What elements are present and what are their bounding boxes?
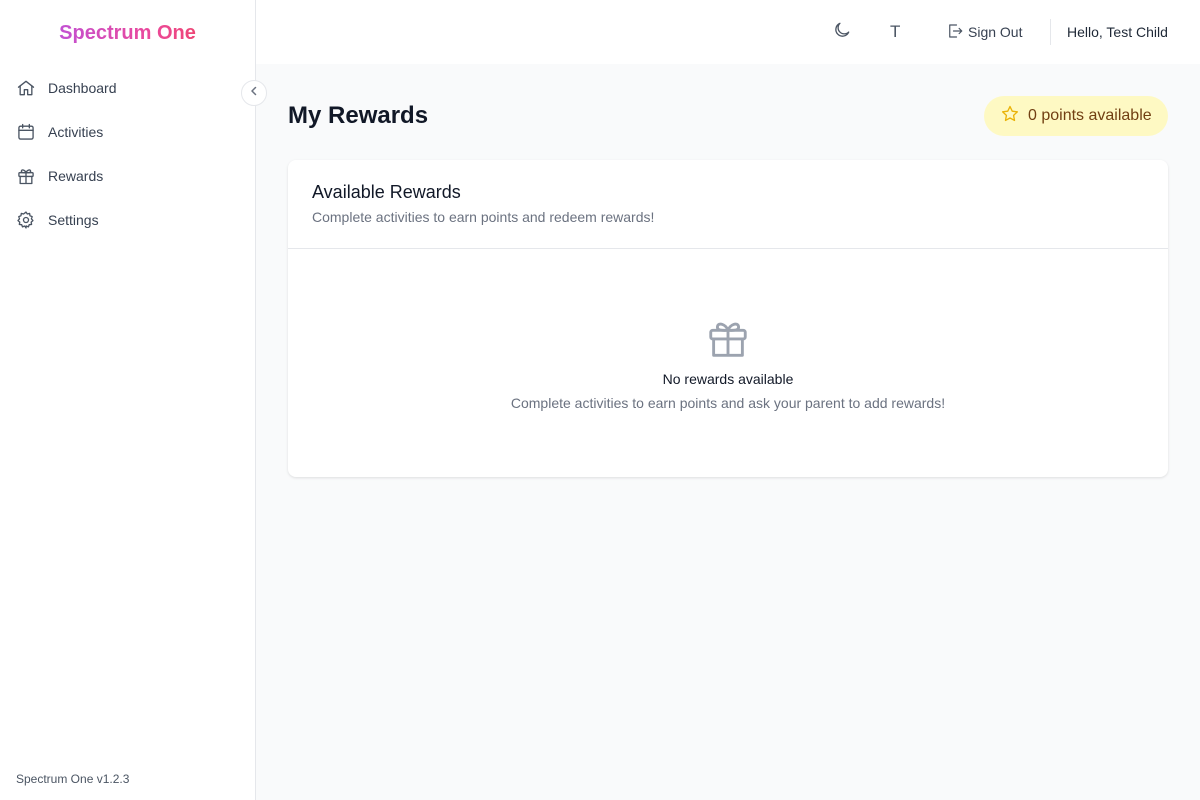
- sidebar-item-dashboard[interactable]: Dashboard: [0, 66, 255, 110]
- gift-icon: [705, 315, 751, 361]
- sidebar-item-activities[interactable]: Activities: [0, 110, 255, 154]
- sign-out-icon: [946, 22, 968, 43]
- available-rewards-card: Available Rewards Complete activities to…: [288, 160, 1168, 477]
- sidebar-item-settings[interactable]: Settings: [0, 198, 255, 242]
- gift-icon: [16, 166, 36, 186]
- card-title: Available Rewards: [312, 182, 461, 202]
- card-description: Complete activities to earn points and r…: [312, 209, 655, 225]
- card-header: Available Rewards Complete activities to…: [288, 160, 1168, 249]
- app-root: Spectrum One Dashboard Activities Reward…: [0, 0, 1200, 800]
- sidebar-collapse-button[interactable]: [241, 80, 267, 106]
- calendar-icon: [16, 122, 36, 142]
- chevron-left-icon: [248, 84, 260, 102]
- moon-icon: [832, 20, 852, 45]
- sidebar-item-label: Settings: [48, 212, 99, 228]
- header-divider: [1050, 19, 1051, 45]
- sidebar-nav: Dashboard Activities Rewards Settings: [0, 66, 255, 242]
- app-version: Spectrum One v1.2.3: [16, 772, 130, 786]
- points-text: 0 points available: [1028, 107, 1152, 124]
- brand-logo[interactable]: Spectrum One: [0, 20, 255, 46]
- sidebar-item-rewards[interactable]: Rewards: [0, 154, 255, 198]
- sidebar-item-label: Dashboard: [48, 80, 117, 96]
- user-greeting: Hello, Test Child: [1067, 24, 1168, 40]
- font-size-toggle[interactable]: T: [890, 0, 900, 64]
- points-badge: 0 points available: [984, 96, 1168, 136]
- home-icon: [16, 78, 36, 98]
- page-title: My Rewards: [288, 102, 429, 129]
- sidebar-item-label: Rewards: [48, 168, 104, 184]
- sign-out-button[interactable]: Sign Out: [946, 0, 1022, 64]
- sign-out-label: Sign Out: [968, 24, 1023, 40]
- star-icon: [1000, 104, 1028, 129]
- empty-state-title: No rewards available: [662, 371, 794, 387]
- gear-icon: [16, 210, 36, 230]
- sidebar: Spectrum One Dashboard Activities Reward…: [0, 0, 256, 800]
- sidebar-item-label: Activities: [48, 124, 104, 140]
- empty-state: No rewards available Complete activities…: [288, 249, 1168, 411]
- empty-state-description: Complete activities to earn points and a…: [510, 395, 946, 411]
- top-header: T Sign Out Hello, Test Child: [256, 0, 1200, 64]
- theme-toggle-button[interactable]: [832, 0, 852, 64]
